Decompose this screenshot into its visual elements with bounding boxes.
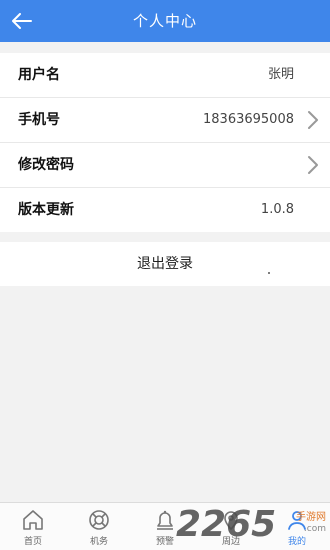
dot-marker [268, 272, 270, 274]
row-username: 用户名 张明 [0, 53, 330, 98]
watermark-domain: .com [303, 524, 326, 534]
phone-value: 18363695008 [203, 112, 294, 127]
phone-label: 手机号 [18, 112, 60, 128]
row-change-password[interactable]: 修改密码 [0, 143, 330, 188]
row-version[interactable]: 版本更新 1.0.8 [0, 188, 330, 232]
change-password-label: 修改密码 [18, 157, 74, 173]
tab-maintenance-label: 机务 [89, 537, 108, 547]
profile-list: 用户名 张明 手机号 18363695008 修改密码 版本更新 1.0.8 [0, 53, 330, 232]
chevron-right-icon [308, 111, 318, 129]
lifebuoy-icon [89, 510, 109, 530]
logout-label: 退出登录 [137, 256, 193, 272]
page-title: 个人中心 [132, 12, 197, 30]
home-icon [23, 510, 43, 530]
tab-home[interactable]: 首页 [0, 503, 66, 550]
version-value: 1.0.8 [260, 202, 294, 217]
logout-button[interactable]: 退出登录 [0, 242, 330, 286]
tab-maintenance[interactable]: 机务 [66, 503, 132, 550]
tab-warning-label: 预警 [155, 537, 174, 547]
bell-icon [157, 510, 173, 530]
chevron-right-icon [308, 156, 318, 174]
tab-home-label: 首页 [23, 537, 42, 547]
watermark-site: 手游网 [296, 512, 326, 523]
row-phone[interactable]: 手机号 18363695008 [0, 98, 330, 143]
version-label: 版本更新 [18, 202, 74, 218]
watermark-logo: 2265 手游网 .com [176, 504, 326, 546]
username-label: 用户名 [18, 67, 60, 83]
top-bar: 个人中心 [0, 0, 330, 42]
username-value: 张明 [267, 67, 294, 82]
watermark-number: 2265 [176, 504, 277, 545]
